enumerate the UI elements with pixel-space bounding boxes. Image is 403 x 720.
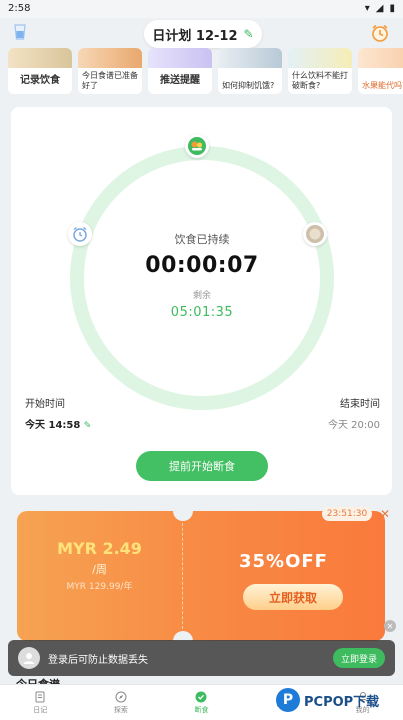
fasting-icon — [195, 691, 207, 702]
start-time-label: 开始时间 — [25, 399, 65, 410]
login-message: 登录后可防止数据丢失 — [48, 655, 148, 666]
status-time: 2:58 — [8, 3, 31, 14]
get-now-button[interactable]: 立即获取 — [243, 584, 343, 610]
elapsed-timer: 00:00:07 — [145, 252, 259, 278]
card-label: 什么饮料不能打破断食? — [292, 71, 348, 90]
card-label: 今日食谱已准备好了 — [82, 71, 138, 90]
remaining-label: 剩余 — [192, 290, 211, 301]
end-time-block: 结束时间 今天 20:00 — [328, 395, 380, 431]
drink-thumbnail — [288, 48, 352, 68]
login-prompt-bar: 登录后可防止数据丢失 立即登录 — [8, 640, 395, 676]
signal-icon: ◢ — [375, 3, 384, 14]
promo-banner: MYR 2.49 /周 MYR 129.99/年 35%OFF 立即获取 — [17, 501, 385, 651]
water-cup-icon[interactable] — [10, 22, 30, 42]
ring-center: 饮食已持续 00:00:07 剩余 05:01:35 — [67, 143, 337, 413]
pcpop-logo-icon: P — [276, 688, 300, 712]
login-close-icon[interactable]: ✕ — [384, 620, 396, 632]
card-record-diet[interactable]: 记录饮食 — [8, 48, 72, 94]
nav-explore[interactable]: 探索 — [81, 685, 162, 720]
bowl-marker-icon — [303, 222, 327, 246]
diary-icon — [35, 691, 45, 702]
nav-diary[interactable]: 日记 — [0, 685, 81, 720]
wifi-icon: ▾ — [364, 3, 370, 14]
promo-original-price: MYR 129.99/年 — [66, 582, 133, 592]
status-icons: ▾ ◢ ▮ — [365, 3, 395, 14]
promo-price: MYR 2.49 — [57, 539, 142, 558]
card-label: 如何抑制饥饿? — [222, 81, 275, 90]
alarm-clock-icon[interactable] — [369, 22, 391, 44]
edit-start-time-icon: ✎ — [83, 421, 92, 431]
card-drinks[interactable]: 什么饮料不能打破断食? — [288, 48, 352, 94]
food-plate-icon — [185, 134, 209, 158]
plan-title-button[interactable]: 日计划 12-12 ✎ — [144, 20, 262, 48]
promo-period: /周 — [92, 563, 107, 576]
top-bar: 日计划 12-12 ✎ — [0, 18, 403, 48]
card-label: 记录饮食 — [20, 75, 60, 86]
nav-label: 日记 — [33, 705, 48, 714]
card-push-reminder[interactable]: 推送提醒 — [148, 48, 212, 94]
watermark: P PCPOP下载 — [276, 683, 400, 717]
card-suppress-hunger[interactable]: 如何抑制饥饿? — [218, 48, 282, 94]
fruit-thumbnail — [358, 48, 403, 68]
promo-divider — [182, 523, 183, 629]
recipe-thumbnail — [78, 48, 142, 68]
card-fruit[interactable]: 水果能代吗? — [358, 48, 403, 94]
plan-title: 日计划 12-12 — [152, 28, 238, 44]
start-time-value: 今天 14:58 ✎ — [25, 416, 91, 431]
card-label: 推送提醒 — [160, 75, 200, 86]
status-bar: 2:58 ▾ ◢ ▮ — [0, 0, 403, 18]
nav-label: 断食 — [194, 705, 209, 714]
promo-close-icon[interactable]: ✕ — [376, 507, 394, 521]
feature-cards-row: 记录饮食 今日食谱已准备好了 推送提醒 如何抑制饥饿? 什么饮料不能打破断食? … — [0, 48, 403, 96]
card-today-recipe[interactable]: 今日食谱已准备好了 — [78, 48, 142, 94]
ticket-notch-top — [173, 501, 193, 521]
end-time-value: 今天 20:00 — [328, 420, 380, 431]
compass-icon — [115, 691, 127, 702]
utensils-thumbnail — [218, 48, 282, 68]
promo-discount: 35%OFF — [239, 551, 328, 572]
nav-fasting[interactable]: 断食 — [161, 685, 242, 720]
fasting-card: 饮食已持续 00:00:07 剩余 05:01:35 开始时间 今天 14:58… — [11, 107, 392, 495]
watermark-text: PCPOP下载 — [304, 694, 380, 710]
promo-background: MYR 2.49 /周 MYR 129.99/年 35%OFF 立即获取 — [17, 511, 385, 641]
start-time-block[interactable]: 开始时间 今天 14:58 ✎ — [25, 395, 91, 431]
edit-pencil-icon: ✎ — [243, 27, 254, 41]
nav-label: 探索 — [113, 705, 128, 714]
battery-icon: ▮ — [389, 3, 395, 14]
fasting-ring: 饮食已持续 00:00:07 剩余 05:01:35 — [67, 143, 337, 413]
start-time-text: 今天 14:58 — [25, 420, 81, 431]
login-now-button[interactable]: 立即登录 — [333, 648, 385, 668]
elapsed-label: 饮食已持续 — [174, 232, 230, 246]
start-fasting-early-button[interactable]: 提前开始断食 — [136, 451, 268, 481]
card-label: 水果能代吗? — [362, 81, 403, 90]
remaining-timer: 05:01:35 — [170, 304, 234, 320]
alarm-marker-icon — [68, 222, 92, 246]
promo-countdown: 23:51:30 — [322, 507, 372, 521]
avatar-icon — [18, 647, 40, 669]
food-thumbnail — [8, 48, 72, 68]
bell-thumbnail — [148, 48, 212, 68]
end-time-label: 结束时间 — [340, 399, 380, 410]
